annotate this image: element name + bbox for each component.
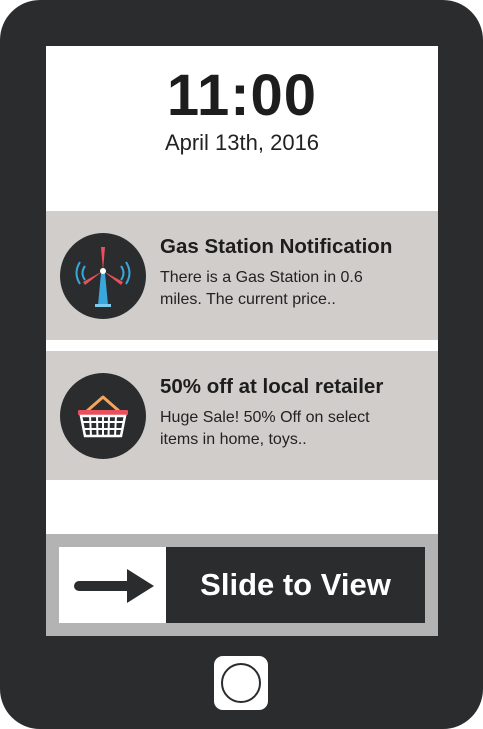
arrow-right-icon (74, 569, 154, 603)
notification-body: Huge Sale! 50% Off on select items in ho… (160, 409, 370, 448)
wind-turbine-icon (60, 233, 146, 319)
slide-track[interactable]: Slide to View (59, 547, 425, 623)
home-button-icon (221, 663, 261, 703)
lock-screen: 11:00 April 13th, 2016 Gas Station Notif… (46, 46, 438, 636)
clock-time: 11:00 (166, 63, 318, 128)
slide-to-view-label: Slide to View (200, 567, 391, 602)
notification-retailer-sale[interactable]: 50% off at local retailer Huge Sale! 50%… (46, 351, 438, 480)
notification-title: 50% off at local retailer (160, 375, 384, 398)
notification-title: Gas Station Notification (160, 235, 393, 258)
clock-date: April 13th, 2016 (164, 130, 320, 155)
notification-gas-station[interactable]: Gas Station Notification There is a Gas … (46, 211, 438, 340)
notification-body: There is a Gas Station in 0.6 miles. The… (160, 269, 363, 308)
slide-to-view-bar: Slide to View (46, 534, 438, 636)
phone-device: 11:00 April 13th, 2016 Gas Station Notif… (0, 0, 483, 729)
slide-handle[interactable] (59, 547, 166, 623)
home-button[interactable] (214, 656, 268, 710)
shopping-basket-icon (60, 373, 146, 459)
